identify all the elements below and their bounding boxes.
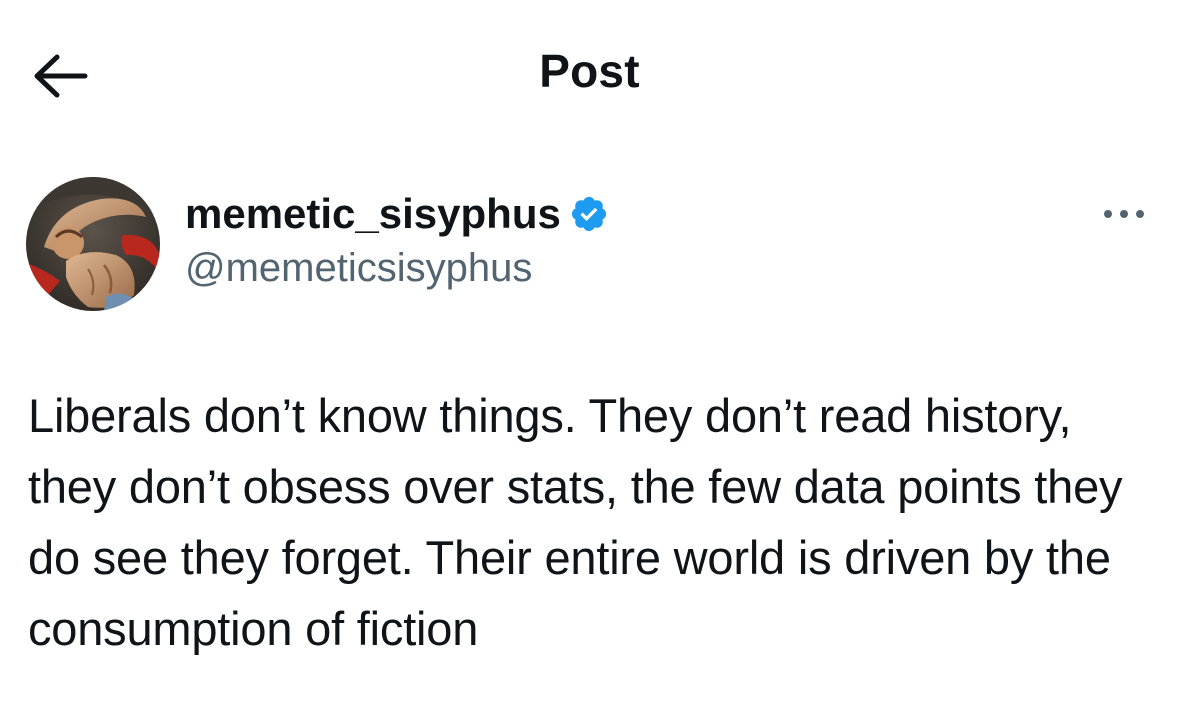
more-dots-icon <box>1104 210 1144 218</box>
post-text: Liberals don’t know things. They don’t r… <box>28 389 1123 655</box>
verified-badge-icon[interactable] <box>569 193 611 235</box>
page-title: Post <box>539 45 640 97</box>
top-bar: Post <box>0 0 1179 150</box>
display-name[interactable]: memetic_sisyphus <box>185 190 561 238</box>
more-options-button[interactable] <box>1096 198 1152 230</box>
classical-painting-avatar-icon <box>26 177 160 311</box>
author-handle[interactable]: @memeticsisyphus <box>185 244 532 292</box>
avatar[interactable] <box>26 177 160 311</box>
author-name-row: memetic_sisyphus <box>185 190 611 238</box>
